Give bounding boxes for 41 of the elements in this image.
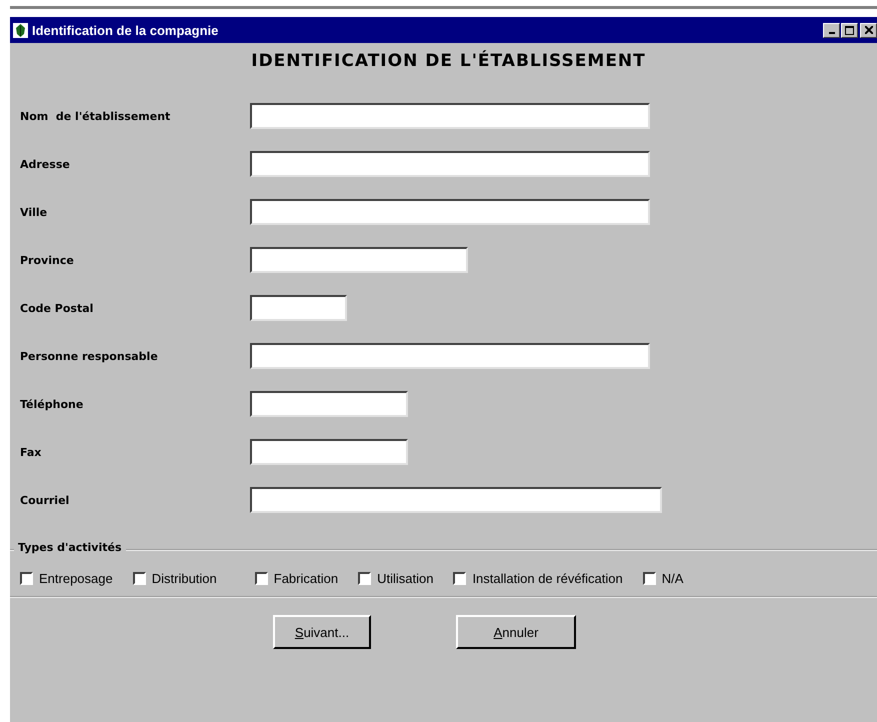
minimize-button[interactable]: [823, 22, 840, 38]
cancel-button[interactable]: Annuler: [456, 615, 576, 649]
close-icon: [864, 26, 872, 34]
checkbox[interactable]: [453, 572, 466, 585]
activity-checkbox[interactable]: Entreposage: [20, 571, 113, 586]
input-field[interactable]: [250, 487, 662, 513]
field-label: Fax: [20, 446, 42, 458]
field-label: Téléphone: [20, 398, 84, 410]
input-field[interactable]: [250, 103, 650, 129]
checkbox[interactable]: [132, 572, 146, 585]
activity-checkbox[interactable]: Fabrication: [254, 571, 338, 586]
maximize-icon: [845, 26, 854, 34]
activity-checkbox[interactable]: Distribution: [132, 571, 217, 586]
input-field[interactable]: [250, 199, 650, 225]
activity-checkbox[interactable]: Utilisation: [358, 571, 434, 586]
activity-checkbox[interactable]: N/A: [642, 571, 684, 586]
close-button[interactable]: [860, 22, 877, 38]
window-title: Identification de la compagnie: [32, 22, 220, 38]
field-label: Nom de l'établissement: [20, 110, 172, 122]
checkbox[interactable]: [642, 572, 656, 585]
input-field[interactable]: [250, 295, 347, 321]
checkbox[interactable]: [20, 572, 33, 585]
input-field[interactable]: [250, 391, 408, 417]
field-label: Province: [20, 254, 75, 266]
checkbox[interactable]: [358, 572, 372, 585]
activity-checkbox[interactable]: Installation de révéfication: [453, 571, 623, 586]
group-title: Types d'activités: [14, 541, 126, 554]
next-button[interactable]: Suivant...: [273, 615, 371, 649]
field-label: Code Postal: [20, 302, 94, 314]
field-label: Personne responsable: [20, 350, 159, 362]
checkbox[interactable]: [254, 572, 268, 585]
input-field[interactable]: [250, 343, 650, 369]
input-field[interactable]: [250, 151, 650, 177]
field-label: Adresse: [20, 158, 71, 170]
field-label: Courriel: [20, 494, 70, 506]
input-field[interactable]: [250, 247, 468, 273]
input-field[interactable]: [250, 439, 408, 465]
maximize-button[interactable]: [841, 22, 858, 38]
field-label: Ville: [20, 206, 48, 218]
leaf-icon: [13, 22, 28, 38]
form-heading: IDENTIFICATION DE L'ÉTABLISSEMENT: [250, 49, 647, 73]
